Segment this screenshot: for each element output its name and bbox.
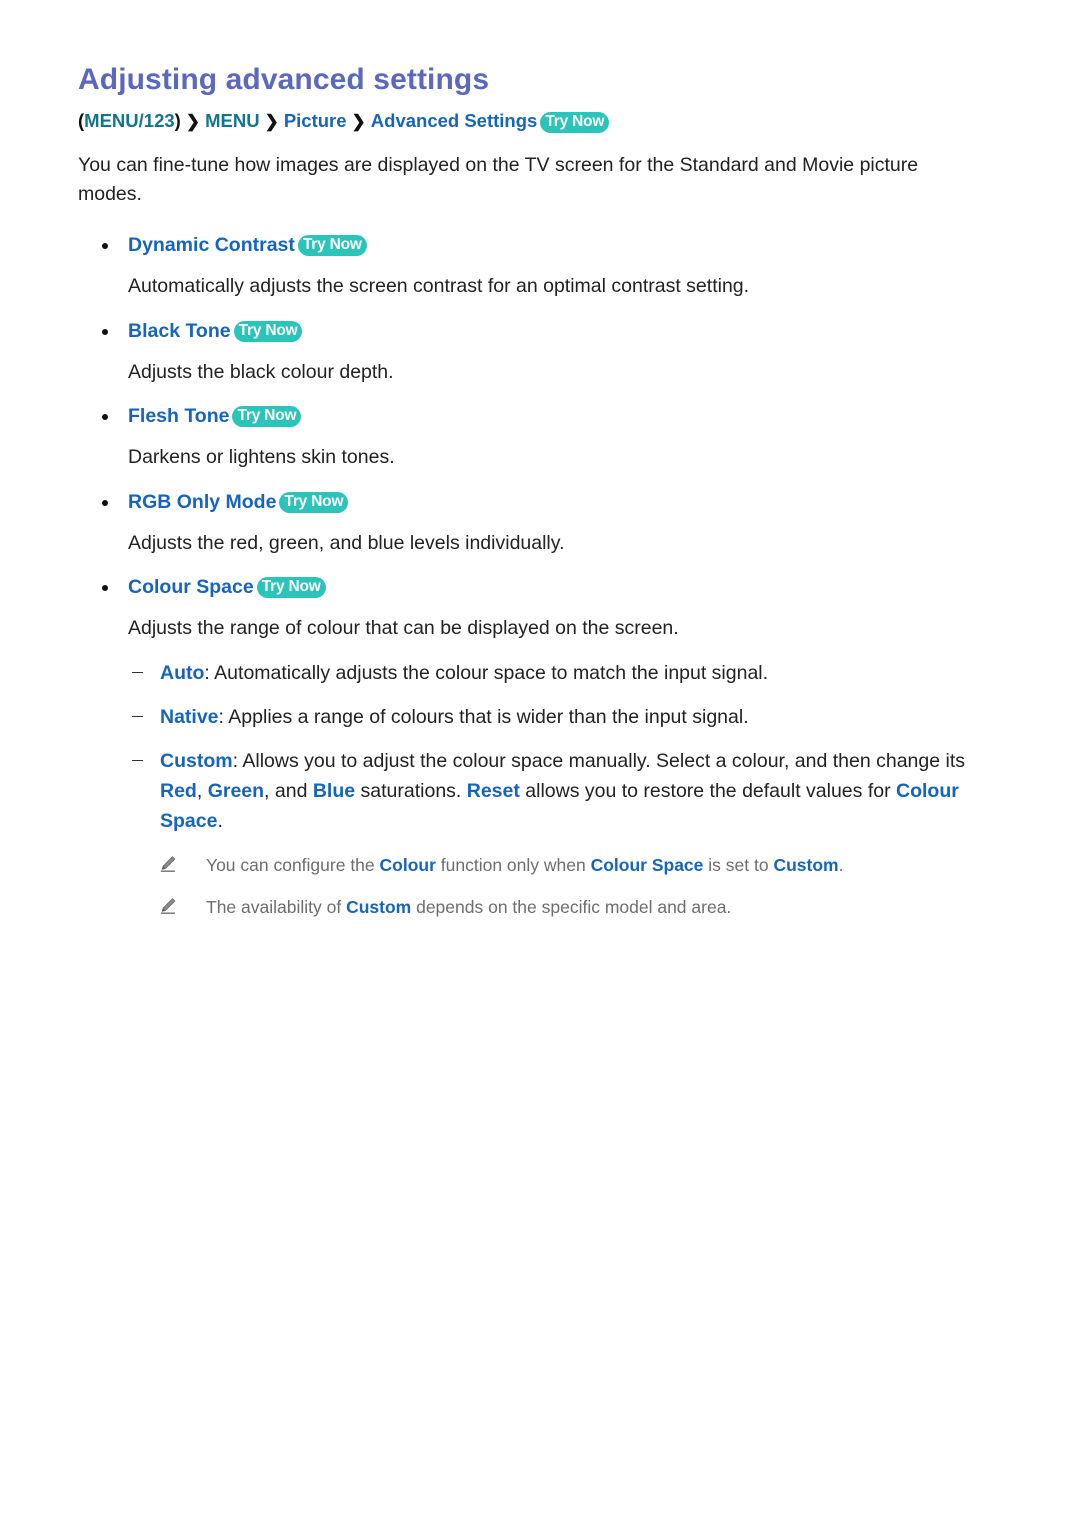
try-now-badge[interactable]: Try Now bbox=[232, 406, 302, 428]
pencil-icon bbox=[158, 896, 178, 916]
list-item: RGB Only Mode Try Now Adjusts the red, gr… bbox=[78, 489, 1000, 559]
option-auto: Auto: Automatically adjusts the colour s… bbox=[78, 658, 1000, 688]
option-text-3: saturations. bbox=[355, 779, 467, 802]
document-page: Adjusting advanced settings (MENU/123) ❯ M… bbox=[0, 0, 1080, 1527]
keyword-reset: Reset bbox=[466, 779, 520, 802]
note-text-2: depends on the specific model and area. bbox=[411, 897, 732, 918]
note-text-4: . bbox=[838, 854, 844, 875]
note-item: You can configure the Colour function on… bbox=[78, 852, 1000, 878]
option-native: Native: Applies a range of colours that … bbox=[78, 702, 1000, 732]
note-item: The availability of Custom depends on th… bbox=[78, 894, 1000, 920]
try-now-badge[interactable]: Try Now bbox=[256, 577, 326, 599]
try-now-badge[interactable]: Try Now bbox=[233, 320, 303, 342]
breadcrumb-separator-icon: ❯ bbox=[351, 112, 366, 131]
breadcrumb-close-paren: ) bbox=[174, 110, 181, 131]
setting-description: Adjusts the red, green, and blue levels … bbox=[128, 531, 565, 554]
bullet-dot-icon bbox=[102, 585, 108, 592]
breadcrumb-item-picture[interactable]: Picture bbox=[284, 110, 347, 131]
try-now-badge[interactable]: Try Now bbox=[279, 491, 349, 513]
option-text-1: Allows you to adjust the colour space ma… bbox=[238, 749, 966, 772]
setting-label: Black Tone bbox=[128, 319, 231, 342]
setting-description: Adjusts the range of colour that can be … bbox=[128, 617, 679, 640]
note-keyword-2: Colour Space bbox=[590, 854, 704, 875]
list-item: Flesh Tone Try Now Darkens or lightens sk… bbox=[78, 403, 1000, 473]
try-now-badge[interactable]: Try Now bbox=[297, 235, 367, 257]
list-item: Black Tone Try Now Adjusts the black colo… bbox=[78, 318, 1000, 388]
bullet-dot-icon bbox=[102, 243, 108, 249]
setting-heading-flesh-tone: Flesh Tone Try Now bbox=[78, 403, 1000, 430]
note-keyword-3: Custom bbox=[773, 854, 839, 875]
note-text-1: You can configure the bbox=[206, 854, 380, 875]
breadcrumb-separator-icon: ❯ bbox=[264, 112, 279, 131]
note-keyword-1: Custom bbox=[346, 897, 412, 918]
intro-paragraph: You can fine-tune how images are display… bbox=[78, 153, 919, 206]
breadcrumb: (MENU/123) ❯ MENU ❯ Picture ❯ Advanced Setting… bbox=[78, 107, 1000, 135]
dash-icon bbox=[132, 671, 143, 674]
setting-description: Automatically adjusts the screen contras… bbox=[128, 275, 750, 298]
setting-label: Colour Space bbox=[128, 576, 254, 599]
option-keyword: Custom bbox=[160, 749, 233, 772]
bullet-dot-icon bbox=[102, 414, 108, 421]
setting-heading-colour-space: Colour Space Try Now bbox=[78, 574, 1000, 601]
breadcrumb-separator-icon: ❯ bbox=[185, 112, 201, 131]
breadcrumb-item-advanced-settings[interactable]: Advanced Settings bbox=[371, 110, 538, 131]
option-text-2: , and bbox=[264, 779, 313, 802]
page-title: Adjusting advanced settings bbox=[78, 63, 490, 96]
keyword-red: Red bbox=[160, 779, 197, 802]
bullet-dot-icon bbox=[102, 328, 108, 335]
dash-icon bbox=[132, 715, 143, 718]
breadcrumb-item-menu123[interactable]: MENU/123 bbox=[84, 110, 174, 131]
settings-list: Dynamic Contrast Try Now Automatically ad… bbox=[78, 232, 1000, 920]
note-text-1: The availability of bbox=[206, 897, 347, 918]
option-text: Automatically adjusts the colour space t… bbox=[209, 661, 769, 684]
keyword-green: Green bbox=[207, 779, 265, 802]
setting-description: Adjusts the black colour depth. bbox=[128, 360, 394, 383]
setting-label: Flesh Tone bbox=[128, 405, 230, 428]
option-keyword: Native bbox=[160, 705, 219, 728]
list-item: Dynamic Contrast Try Now Automatically ad… bbox=[78, 232, 1000, 302]
setting-heading-black-tone: Black Tone Try Now bbox=[78, 318, 1000, 345]
dash-icon bbox=[132, 759, 143, 762]
option-keyword: Auto bbox=[160, 661, 205, 684]
option-period: . bbox=[217, 809, 223, 832]
setting-description: Darkens or lightens skin tones. bbox=[128, 446, 395, 469]
breadcrumb-item-menu[interactable]: MENU bbox=[205, 110, 259, 131]
setting-heading-dynamic-contrast: Dynamic Contrast Try Now bbox=[78, 232, 1000, 259]
setting-heading-rgb-only-mode: RGB Only Mode Try Now bbox=[78, 489, 1000, 516]
option-custom: Custom: Allows you to adjust the colour … bbox=[78, 746, 1000, 836]
setting-label: Dynamic Contrast bbox=[128, 234, 295, 256]
bullet-dot-icon bbox=[102, 499, 108, 506]
note-text-2: function only when bbox=[435, 854, 591, 875]
setting-label: RGB Only Mode bbox=[128, 490, 277, 513]
pencil-icon bbox=[158, 854, 178, 874]
colour-space-options-list: Auto: Automatically adjusts the colour s… bbox=[78, 658, 1000, 836]
list-item: Colour Space Try Now Adjusts the range of… bbox=[78, 574, 1000, 920]
comma-1: , bbox=[196, 779, 208, 802]
notes-list: You can configure the Colour function on… bbox=[78, 852, 1000, 921]
note-text-3: is set to bbox=[703, 854, 774, 875]
option-text-4: allows you to restore the default values… bbox=[519, 779, 896, 802]
note-keyword-1: Colour bbox=[379, 854, 436, 875]
try-now-badge[interactable]: Try Now bbox=[540, 112, 610, 134]
option-text: Applies a range of colours that is wider… bbox=[223, 705, 749, 728]
keyword-blue: Blue bbox=[312, 779, 356, 802]
